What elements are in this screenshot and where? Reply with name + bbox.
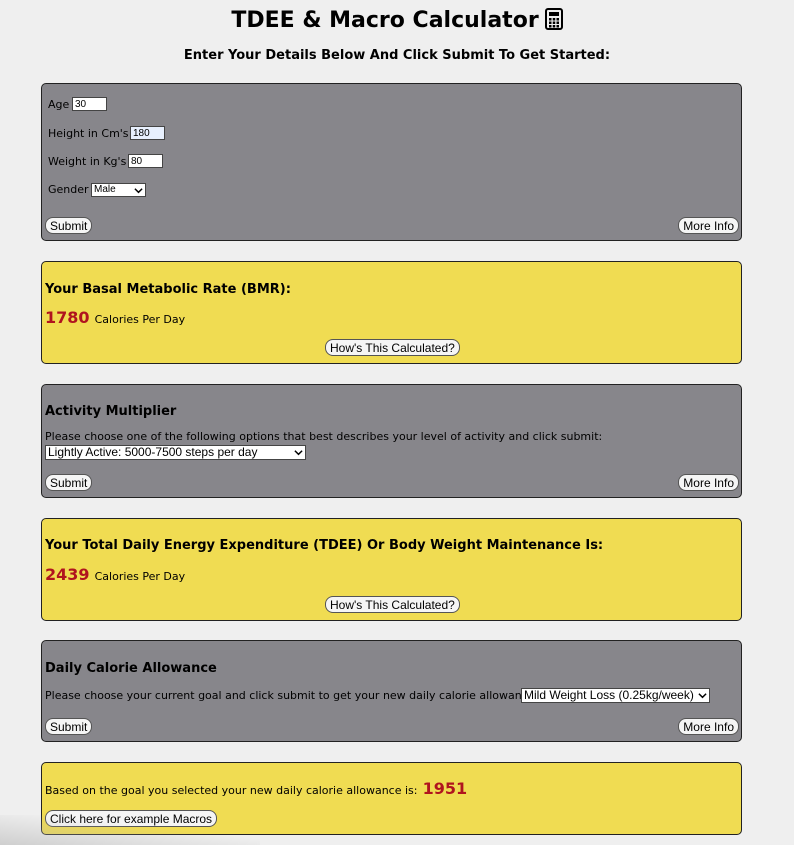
gender-select[interactable]: Male <box>91 183 146 197</box>
result-text: Based on the goal you selected your new … <box>45 784 418 797</box>
bmr-unit: Calories Per Day <box>94 313 186 326</box>
allowance-more-info-button[interactable]: More Info <box>678 718 739 735</box>
goal-select-value: Mild Weight Loss (0.25kg/week) <box>524 688 694 702</box>
page-title-text: TDEE & Macro Calculator <box>231 8 539 33</box>
gender-select-value: Male <box>94 184 116 195</box>
result-panel: Based on the goal you selected your new … <box>41 762 742 835</box>
age-input[interactable] <box>72 97 107 111</box>
allowance-heading: Daily Calorie Allowance <box>45 661 217 676</box>
bmr-panel: Your Basal Metabolic Rate (BMR): 1780 Ca… <box>41 261 742 364</box>
bmr-value: 1780 <box>45 308 90 327</box>
age-label: Age <box>48 98 70 111</box>
allowance-submit-button[interactable]: Submit <box>45 718 93 735</box>
result-line: Based on the goal you selected your new … <box>45 779 467 801</box>
tdee-result: 2439 Calories Per Day <box>45 565 185 587</box>
result-value: 1951 <box>422 779 468 798</box>
tdee-how-calculated-button[interactable]: How's This Calculated? <box>325 596 460 613</box>
allowance-panel: Daily Calorie Allowance Please choose yo… <box>41 640 742 742</box>
activity-prompt: Please choose one of the following optio… <box>45 430 603 443</box>
weight-input[interactable] <box>128 154 163 168</box>
chevron-down-icon <box>294 450 303 456</box>
activity-more-info-button[interactable]: More Info <box>678 474 739 491</box>
activity-panel: Activity Multiplier Please choose one of… <box>41 384 742 498</box>
activity-select-value: Lightly Active: 5000-7500 steps per day <box>48 445 258 459</box>
tdee-unit: Calories Per Day <box>94 570 186 583</box>
details-submit-button[interactable]: Submit <box>45 217 93 234</box>
height-input[interactable] <box>130 126 165 140</box>
calculator-icon <box>544 8 563 30</box>
activity-heading: Activity Multiplier <box>45 404 177 419</box>
tdee-value: 2439 <box>45 565 90 584</box>
bmr-how-calculated-button[interactable]: How's This Calculated? <box>325 339 460 356</box>
details-more-info-button[interactable]: More Info <box>678 217 739 234</box>
allowance-prompt: Please choose your current goal and clic… <box>45 689 539 702</box>
chevron-down-icon <box>698 693 707 699</box>
weight-label: Weight in Kg's <box>48 155 127 168</box>
goal-select[interactable]: Mild Weight Loss (0.25kg/week) <box>521 688 710 703</box>
bmr-result: 1780 Calories Per Day <box>45 308 185 330</box>
example-macros-button[interactable]: Click here for example Macros <box>45 810 218 827</box>
tdee-panel: Your Total Daily Energy Expenditure (TDE… <box>41 518 742 621</box>
height-label: Height in Cm's <box>48 127 129 140</box>
activity-select[interactable]: Lightly Active: 5000-7500 steps per day <box>45 445 306 460</box>
activity-submit-button[interactable]: Submit <box>45 474 93 491</box>
tdee-heading: Your Total Daily Energy Expenditure (TDE… <box>45 538 604 553</box>
chevron-down-icon <box>134 188 143 194</box>
details-form-panel: Age Height in Cm's Weight in Kg's Gender… <box>41 83 742 241</box>
page: TDEE & Macro Calculator Enter Your Detai… <box>0 0 794 845</box>
bmr-heading: Your Basal Metabolic Rate (BMR): <box>45 282 291 297</box>
gender-label: Gender <box>48 183 89 196</box>
page-subtitle: Enter Your Details Below And Click Submi… <box>183 48 611 63</box>
page-title: TDEE & Macro Calculator <box>0 6 794 36</box>
